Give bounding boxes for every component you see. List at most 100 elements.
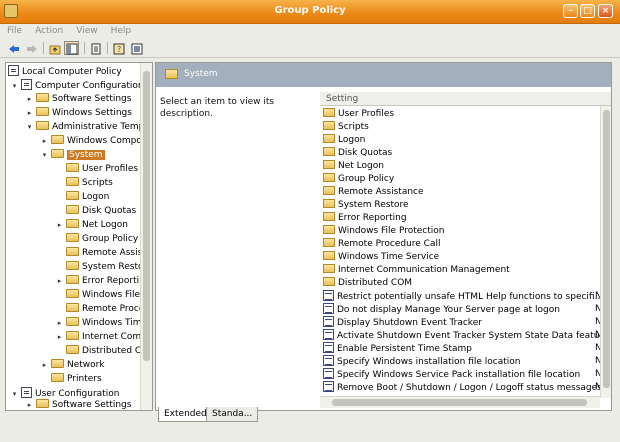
- forward-button[interactable]: [24, 41, 39, 55]
- tree-item-computer-configuration[interactable]: ▾ Computer Configuration: [11, 79, 144, 92]
- minimize-button[interactable]: –: [563, 4, 578, 18]
- tree-item-windows-components[interactable]: ▸ Windows Compo: [41, 135, 142, 148]
- policy-row[interactable]: Enable Persistent Time Stamp: [323, 342, 472, 355]
- list-horizontal-scrollbar[interactable]: [320, 396, 600, 408]
- help-button[interactable]: ?: [111, 41, 126, 55]
- list-item[interactable]: Remote Procedure Call: [323, 238, 440, 251]
- tree-item-scripts[interactable]: Scripts: [66, 177, 113, 190]
- tree-scroll-thumb[interactable]: [143, 71, 150, 361]
- collapse-icon[interactable]: ▾: [26, 124, 33, 131]
- tree-vertical-scrollbar[interactable]: [140, 63, 152, 410]
- expand-icon[interactable]: ▸: [26, 110, 33, 117]
- tree-item-local-computer-policy[interactable]: Local Computer Policy: [8, 65, 122, 78]
- folder-icon: [323, 108, 335, 117]
- policy-setting-icon: [323, 290, 334, 301]
- expand-icon[interactable]: ▸: [56, 320, 63, 327]
- expand-icon[interactable]: ▸: [56, 334, 63, 341]
- folder-icon: [51, 373, 64, 382]
- tree-item-disk-quotas[interactable]: Disk Quotas: [66, 205, 136, 218]
- collapse-icon[interactable]: ▾: [41, 152, 48, 159]
- collapse-icon[interactable]: ▾: [11, 391, 18, 398]
- list-item[interactable]: Group Policy: [323, 173, 394, 186]
- expand-icon[interactable]: ▸: [41, 362, 48, 369]
- list-item[interactable]: Windows File Protection: [323, 225, 445, 238]
- menu-file[interactable]: File: [0, 24, 28, 36]
- expand-icon[interactable]: ▸: [26, 402, 33, 409]
- list-vertical-scrollbar[interactable]: [600, 106, 611, 398]
- tree-item-windows-time-service[interactable]: ▸ Windows Tim: [56, 317, 142, 330]
- close-button[interactable]: ×: [598, 4, 613, 18]
- tab-standard[interactable]: Standa...: [206, 407, 259, 422]
- tree-item-net-logon[interactable]: ▸ Net Logon: [56, 219, 128, 232]
- list-item[interactable]: User Profiles: [323, 108, 394, 121]
- tree-item-network[interactable]: ▸ Network: [41, 359, 105, 372]
- tab-extended[interactable]: Extended: [158, 407, 213, 422]
- menu-bar: File Action View Help: [0, 24, 620, 39]
- folder-icon: [36, 93, 49, 102]
- show-hide-tree-icon: [66, 43, 78, 55]
- expand-icon[interactable]: ▸: [26, 96, 33, 103]
- expand-icon[interactable]: ▸: [56, 222, 63, 229]
- list-item[interactable]: System Restore: [323, 199, 409, 212]
- tree-item-group-policy[interactable]: Group Policy: [66, 233, 138, 246]
- menu-view[interactable]: View: [69, 24, 103, 36]
- policy-setting-icon: [323, 303, 334, 314]
- list-item[interactable]: Remote Assistance: [323, 186, 424, 199]
- list-item[interactable]: Internet Communication Management: [323, 264, 510, 277]
- folder-icon: [36, 399, 49, 408]
- policy-setting-icon: [323, 316, 334, 327]
- collapse-icon[interactable]: ▾: [11, 83, 18, 90]
- policy-row[interactable]: Specify Windows Service Pack installatio…: [323, 368, 580, 381]
- list-hscroll-thumb[interactable]: [332, 399, 587, 406]
- expand-icon[interactable]: ▸: [56, 278, 63, 285]
- policy-row[interactable]: Restrict potentially unsafe HTML Help fu…: [323, 290, 603, 303]
- list-item[interactable]: Scripts: [323, 121, 369, 134]
- policy-setting-icon: [323, 342, 334, 353]
- tree-item-user-software-settings[interactable]: ▸ Software Settings: [26, 399, 131, 410]
- show-hide-tree-button[interactable]: [64, 41, 79, 55]
- list-item[interactable]: Disk Quotas: [323, 147, 392, 160]
- tree-item-windows-file-protection[interactable]: Windows File: [66, 289, 140, 302]
- list-scroll-thumb[interactable]: [603, 110, 610, 388]
- export-list-icon: [131, 43, 143, 55]
- policy-row[interactable]: Display Shutdown Event Tracker: [323, 316, 482, 329]
- export-list-button[interactable]: [129, 41, 144, 55]
- tree-item-system[interactable]: ▾ System: [41, 149, 105, 162]
- svg-text:?: ?: [117, 45, 121, 54]
- tree-item-user-profiles[interactable]: User Profiles: [66, 163, 138, 176]
- list-item[interactable]: Error Reporting: [323, 212, 407, 225]
- menu-action[interactable]: Action: [28, 24, 69, 36]
- maximize-button[interactable]: □: [580, 4, 595, 18]
- tree-item-printers[interactable]: Printers: [51, 373, 102, 386]
- tree-item-internet-communication[interactable]: ▸ Internet Comr: [56, 331, 145, 344]
- menu-help[interactable]: Help: [104, 24, 138, 36]
- tree-item-distributed-com[interactable]: Distributed C: [66, 345, 141, 358]
- tree-item-error-reporting[interactable]: ▸ Error Reportir: [56, 275, 143, 288]
- folder-icon: [323, 264, 335, 273]
- list-item[interactable]: Distributed COM: [323, 277, 412, 290]
- list-item[interactable]: Windows Time Service: [323, 251, 439, 264]
- tree-item-system-restore[interactable]: System Restor: [66, 261, 147, 274]
- tree-item-windows-settings[interactable]: ▸ Windows Settings: [26, 107, 132, 120]
- folder-icon: [323, 147, 335, 156]
- tree-item-software-settings[interactable]: ▸ Software Settings: [26, 93, 131, 106]
- window-title: Group Policy: [274, 5, 346, 16]
- tree-item-remote-procedure-call[interactable]: Remote Proce: [66, 303, 144, 316]
- folder-icon: [66, 289, 79, 298]
- folder-icon: [66, 177, 79, 186]
- properties-button[interactable]: [88, 41, 103, 55]
- tree-item-logon[interactable]: Logon: [66, 191, 109, 204]
- column-header-setting[interactable]: Setting: [320, 92, 611, 106]
- up-one-level-button[interactable]: [47, 41, 62, 55]
- back-button[interactable]: [6, 41, 21, 55]
- policy-row[interactable]: Specify Windows installation file locati…: [323, 355, 520, 368]
- list-item[interactable]: Logon: [323, 134, 365, 147]
- expand-icon[interactable]: ▸: [41, 138, 48, 145]
- policy-row[interactable]: Remove Boot / Shutdown / Logon / Logoff …: [323, 381, 602, 394]
- policy-row[interactable]: Do not display Manage Your Server page a…: [323, 303, 560, 316]
- tree-item-administrative-templates[interactable]: ▾ Administrative Templ: [26, 121, 147, 134]
- list-item[interactable]: Net Logon: [323, 160, 384, 173]
- policy-row[interactable]: Activate Shutdown Event Tracker System S…: [323, 329, 608, 342]
- tree-item-remote-assistance[interactable]: Remote Assist: [66, 247, 146, 260]
- folder-icon: [323, 134, 335, 143]
